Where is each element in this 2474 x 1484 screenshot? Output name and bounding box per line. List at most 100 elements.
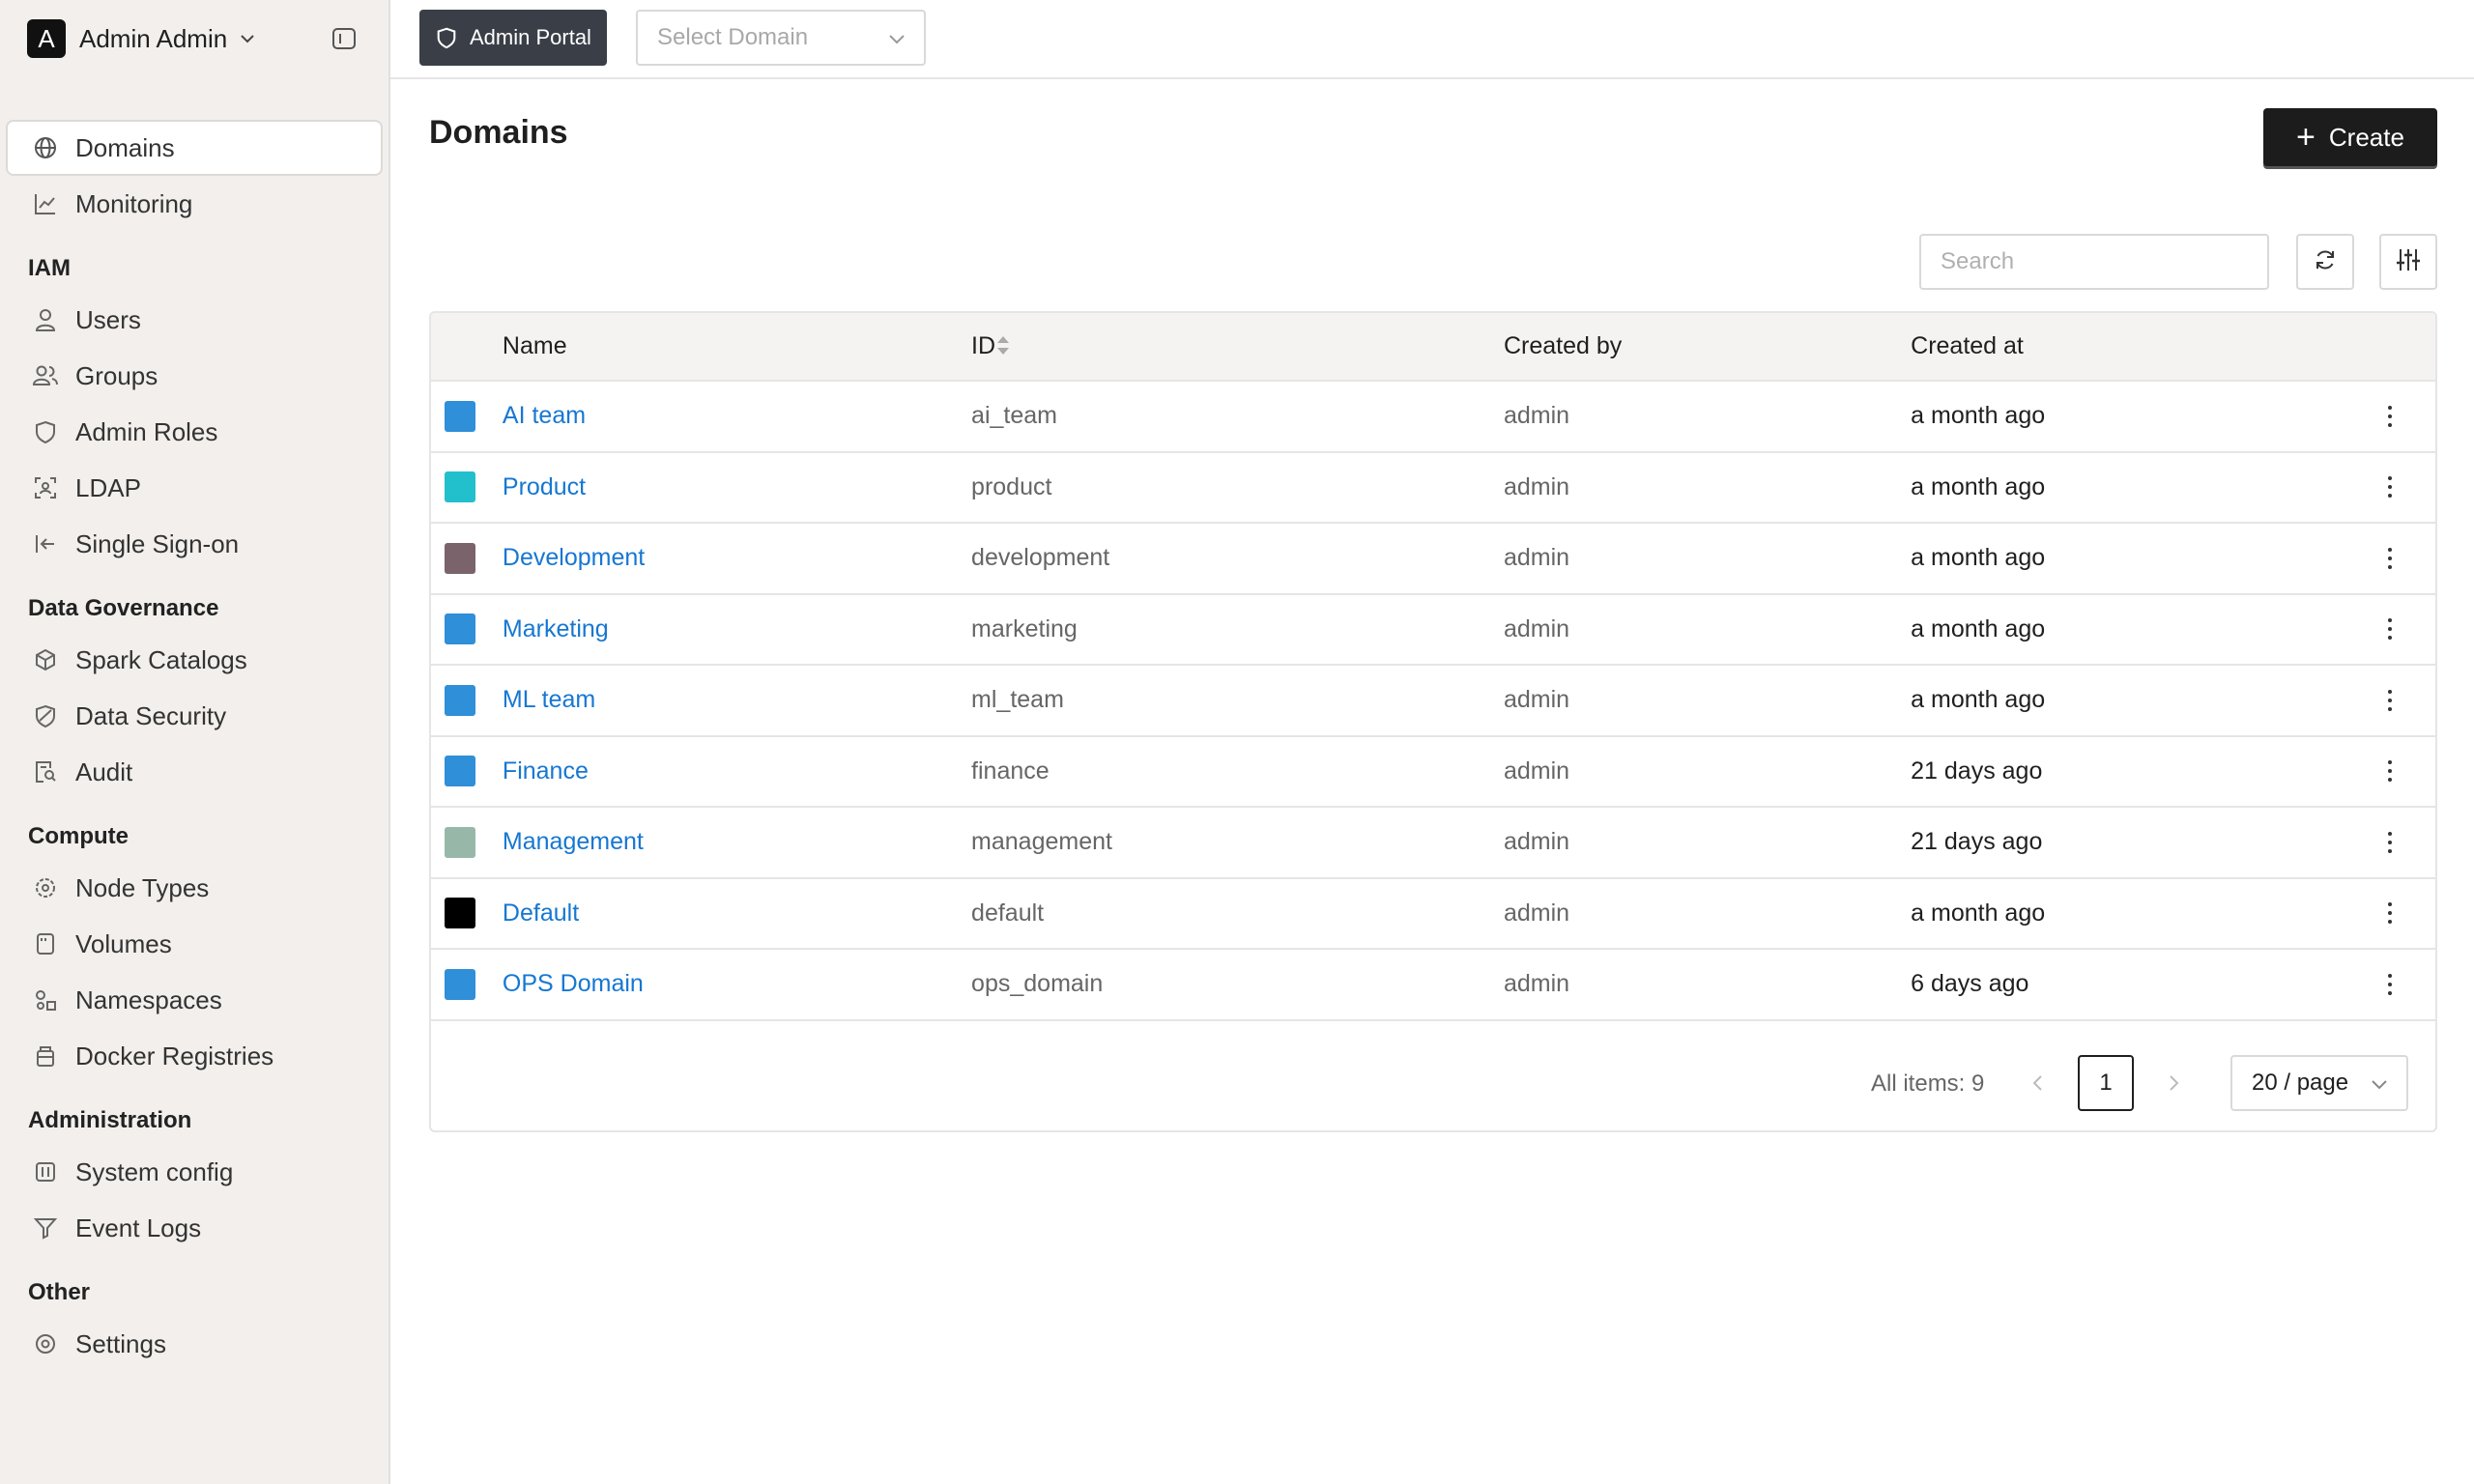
sidebar-item-event-logs[interactable]: Event Logs <box>6 1200 383 1256</box>
domain-name-link[interactable]: Management <box>503 828 644 855</box>
color-column-header <box>431 313 503 382</box>
domain-id: development <box>971 523 1504 595</box>
cube-icon <box>31 645 60 674</box>
sidebar-item-label: Node Types <box>75 872 210 902</box>
more-actions-icon[interactable] <box>2345 476 2435 499</box>
config-icon <box>31 1157 60 1186</box>
more-actions-icon[interactable] <box>2345 973 2435 995</box>
more-actions-icon[interactable] <box>2345 547 2435 569</box>
domain-name-link[interactable]: ML team <box>503 686 595 713</box>
sidebar-toggle-icon[interactable] <box>329 23 360 54</box>
domain-select-placeholder: Select Domain <box>657 24 809 50</box>
sidebar: A Admin Admin Domains Monitoring IAM Use… <box>0 0 390 1484</box>
sidebar-item-system-config[interactable]: System config <box>6 1144 383 1200</box>
domain-name-link[interactable]: Development <box>503 544 645 571</box>
table-header-row: Name ID Created by Created at <box>431 313 2435 382</box>
shapes-icon <box>31 985 60 1014</box>
domain-created-by: admin <box>1504 807 1912 879</box>
sidebar-item-admin-roles[interactable]: Admin Roles <box>6 404 383 460</box>
domain-created-at: 6 days ago <box>1911 949 2345 1021</box>
page-number-current[interactable]: 1 <box>2078 1055 2134 1111</box>
storage-icon <box>31 929 60 958</box>
sidebar-item-label: LDAP <box>75 472 141 502</box>
more-actions-icon[interactable] <box>2345 760 2435 783</box>
sidebar-item-label: Groups <box>75 360 158 390</box>
sidebar-item-monitoring[interactable]: Monitoring <box>6 176 383 232</box>
admin-portal-button[interactable]: Admin Portal <box>419 10 607 66</box>
table-row: Marketing marketing admin a month ago <box>431 593 2435 666</box>
sidebar-item-label: Namespaces <box>75 985 222 1014</box>
sidebar-item-node-types[interactable]: Node Types <box>6 860 383 916</box>
chevron-right-icon[interactable] <box>2159 1069 2188 1098</box>
domain-color-swatch <box>445 614 475 645</box>
sidebar-item-data-security[interactable]: Data Security <box>6 688 383 744</box>
more-actions-icon[interactable] <box>2345 831 2435 853</box>
column-header-name[interactable]: Name <box>502 313 1009 382</box>
domain-name-link[interactable]: Default <box>503 899 579 927</box>
user-menu[interactable]: A Admin Admin <box>27 19 256 58</box>
page-size-select[interactable]: 20 / page <box>2230 1055 2408 1111</box>
domain-id: finance <box>971 735 1504 808</box>
settings-icon <box>31 1329 60 1358</box>
refresh-icon <box>2313 247 2338 277</box>
refresh-button[interactable] <box>2296 234 2354 290</box>
sidebar-item-label: Users <box>75 304 141 334</box>
column-header-created-by: Created by <box>1504 313 1912 382</box>
domain-select[interactable]: Select Domain <box>636 10 926 66</box>
table-row: OPS Domain ops_domain admin 6 days ago <box>431 949 2435 1021</box>
domain-created-at: a month ago <box>1911 381 2345 453</box>
sidebar-item-groups[interactable]: Groups <box>6 348 383 404</box>
domain-name-link[interactable]: Product <box>503 473 586 500</box>
domain-name-link[interactable]: Marketing <box>503 615 609 642</box>
domain-name-link[interactable]: Finance <box>503 757 589 785</box>
more-actions-icon[interactable] <box>2345 902 2435 925</box>
more-actions-icon[interactable] <box>2345 405 2435 427</box>
avatar: A <box>27 19 66 58</box>
table-row: ML team ml_team admin a month ago <box>431 665 2435 737</box>
chart-line-icon <box>31 189 60 218</box>
domain-color-swatch <box>445 756 475 787</box>
domain-color-swatch <box>445 826 475 858</box>
domain-created-at: 21 days ago <box>1911 807 2345 879</box>
domains-table: Name ID Created by Created at AI team ai… <box>429 311 2437 1132</box>
sidebar-item-label: Domains <box>75 132 175 162</box>
sidebar-item-domains[interactable]: Domains <box>6 120 383 176</box>
create-label: Create <box>2328 122 2404 152</box>
chevron-left-icon[interactable] <box>2024 1069 2053 1098</box>
sidebar-item-label: Admin Roles <box>75 416 218 446</box>
domain-id: ml_team <box>971 665 1504 737</box>
sidebar-item-volumes[interactable]: Volumes <box>6 916 383 972</box>
chevron-down-icon <box>239 30 256 47</box>
more-actions-icon[interactable] <box>2345 618 2435 641</box>
create-button[interactable]: + Create <box>2263 108 2437 166</box>
sidebar-item-settings[interactable]: Settings <box>6 1316 383 1372</box>
shield-icon <box>435 26 458 49</box>
sidebar-item-docker-registries[interactable]: Docker Registries <box>6 1028 383 1084</box>
column-settings-button[interactable] <box>2379 234 2437 290</box>
sidebar-item-namespaces[interactable]: Namespaces <box>6 972 383 1028</box>
filter-icon <box>31 1213 60 1242</box>
domain-id: product <box>971 451 1504 524</box>
user-name: Admin Admin <box>79 23 228 53</box>
domain-created-by: admin <box>1504 877 1912 950</box>
search-input[interactable] <box>1919 234 2269 290</box>
domain-created-by: admin <box>1504 665 1912 737</box>
domain-color-swatch <box>445 684 475 716</box>
domain-created-by: admin <box>1504 381 1912 453</box>
sidebar-item-sso[interactable]: Single Sign-on <box>6 516 383 572</box>
section-administration: Administration <box>28 1107 192 1133</box>
users-icon <box>31 361 60 390</box>
sidebar-item-label: Single Sign-on <box>75 528 240 558</box>
chevron-down-icon <box>887 29 906 48</box>
table-row: Default default admin a month ago <box>431 877 2435 950</box>
sidebar-item-spark-catalogs[interactable]: Spark Catalogs <box>6 632 383 688</box>
domain-name-link[interactable]: OPS Domain <box>503 970 644 997</box>
more-actions-icon[interactable] <box>2345 689 2435 711</box>
sidebar-item-ldap[interactable]: LDAP <box>6 460 383 516</box>
domain-name-link[interactable]: AI team <box>503 402 586 429</box>
cog-icon <box>31 873 60 902</box>
sidebar-item-audit[interactable]: Audit <box>6 744 383 800</box>
domain-id: ai_team <box>971 381 1504 453</box>
sidebar-item-users[interactable]: Users <box>6 292 383 348</box>
domain-color-swatch <box>445 968 475 1000</box>
